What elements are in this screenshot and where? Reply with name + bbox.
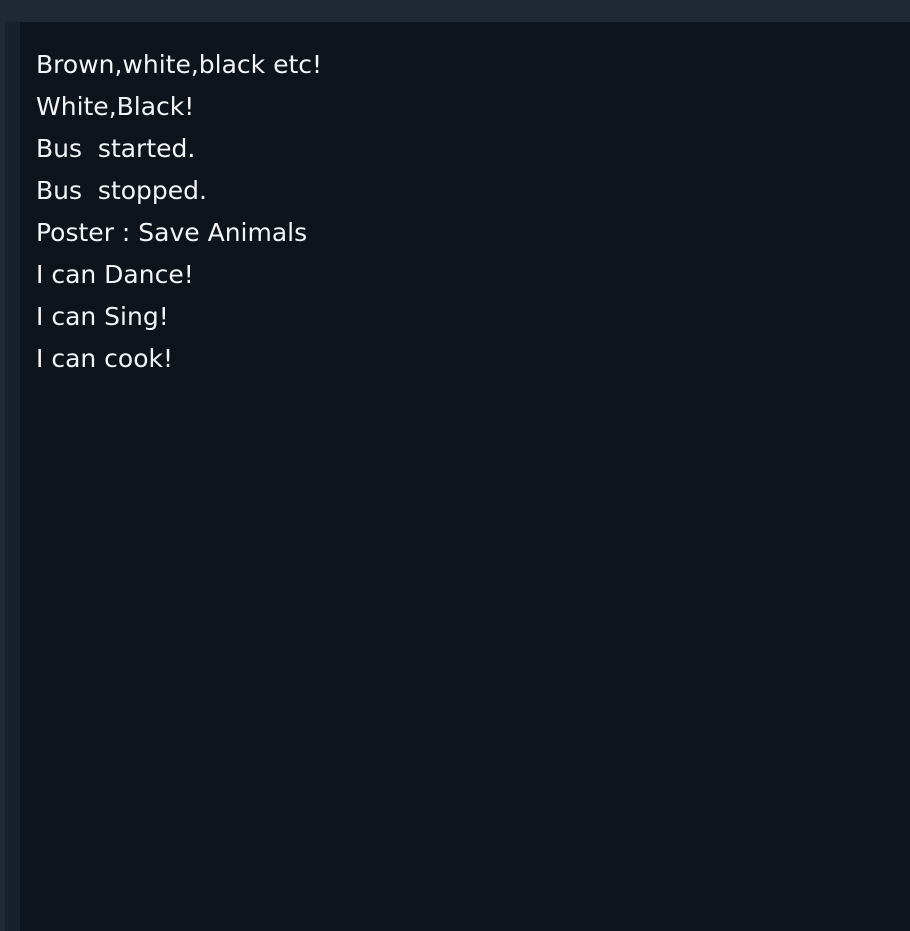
console-output-line: I can Sing!	[36, 302, 169, 331]
console-output-line: Bus stopped.	[36, 176, 207, 205]
panel-edge	[5, 22, 20, 931]
console-output-panel: Brown,white,black etc! White,Black! Bus …	[20, 22, 910, 931]
console-output-line: White,Black!	[36, 92, 195, 121]
console-output-line: Bus started.	[36, 134, 196, 163]
top-bar	[0, 0, 910, 22]
console-output-line: I can cook!	[36, 344, 174, 373]
console-output-line: Poster : Save Animals	[36, 218, 308, 247]
console-output-line: I can Dance!	[36, 260, 194, 289]
console-output-line: Brown,white,black etc!	[36, 50, 323, 79]
